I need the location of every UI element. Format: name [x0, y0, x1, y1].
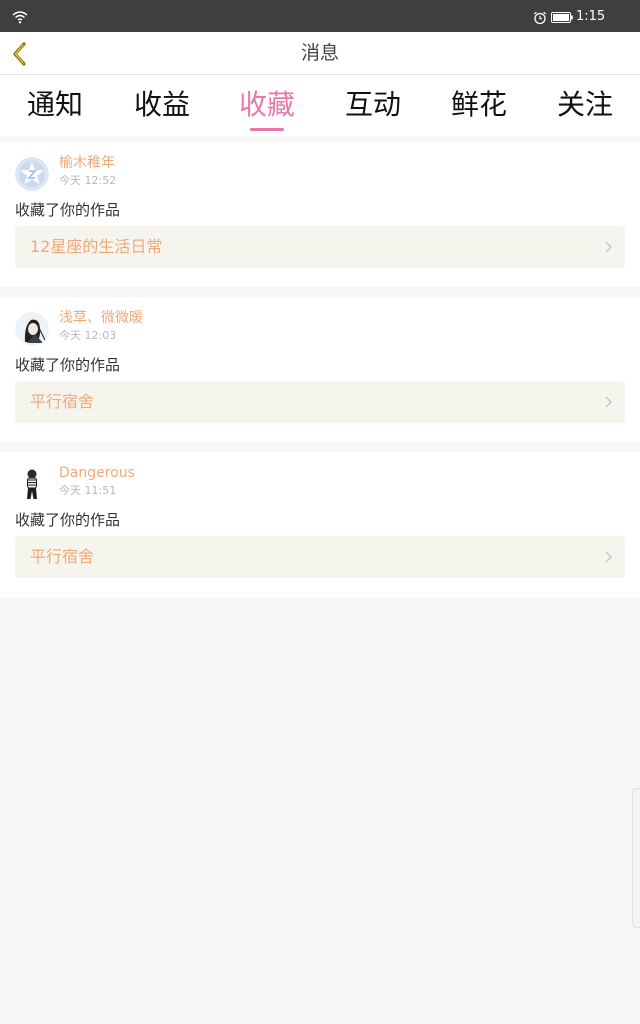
action-text: 收藏了你的作品 — [15, 356, 121, 374]
work-title: 平行宿舍 — [30, 392, 95, 411]
work-link[interactable]: 平行宿舍 — [15, 381, 625, 423]
tab-notifications[interactable]: 通知 — [15, 87, 95, 123]
work-title: 12星座的生活日常 — [30, 237, 163, 256]
username[interactable]: 榆木稚年 — [59, 154, 115, 172]
alarm-icon — [533, 11, 547, 25]
avatar[interactable] — [15, 312, 49, 346]
status-time: 1:15 — [576, 9, 606, 24]
work-link[interactable]: 平行宿舍 — [15, 536, 625, 578]
tab-interactions[interactable]: 互动 — [333, 87, 413, 123]
status-bar: 1:15 — [0, 0, 640, 32]
timestamp: 今天 12:03 — [59, 329, 117, 342]
anime-girl-avatar-icon — [15, 312, 49, 346]
active-tab-indicator — [250, 128, 284, 131]
tab-flowers[interactable]: 鲜花 — [439, 87, 519, 123]
chevron-right-icon — [605, 551, 612, 563]
wifi-icon — [12, 11, 28, 24]
avatar[interactable] — [15, 467, 49, 501]
list-item[interactable]: 浅草、微微暖 今天 12:03 收藏了你的作品 平行宿舍 — [0, 297, 640, 442]
action-text: 收藏了你的作品 — [15, 511, 121, 529]
tab-favorites[interactable]: 收藏 — [227, 87, 307, 123]
tab-follows[interactable]: 关注 — [545, 87, 625, 123]
tab-bar: 通知 收益 收藏 互动 鲜花 关注 — [0, 75, 640, 137]
page-title: 消息 — [300, 42, 339, 64]
side-drawer-handle[interactable] — [632, 788, 640, 928]
username[interactable]: 浅草、微微暖 — [59, 309, 143, 327]
anime-figure-avatar-icon — [15, 467, 49, 501]
header-bar: 消息 — [0, 32, 640, 75]
avatar[interactable] — [15, 157, 49, 191]
battery-icon — [551, 12, 573, 23]
timestamp: 今天 12:52 — [59, 174, 117, 187]
work-link[interactable]: 12星座的生活日常 — [15, 226, 625, 268]
tab-earnings[interactable]: 收益 — [122, 87, 202, 123]
list-item[interactable]: Dangerous 今天 11:51 收藏了你的作品 平行宿舍 — [0, 452, 640, 597]
work-title: 平行宿舍 — [30, 547, 95, 566]
default-star-avatar-icon — [15, 157, 49, 191]
timestamp: 今天 11:51 — [59, 484, 117, 497]
chevron-right-icon — [605, 241, 612, 253]
action-text: 收藏了你的作品 — [15, 201, 121, 219]
chevron-right-icon — [605, 396, 612, 408]
username[interactable]: Dangerous — [59, 464, 135, 482]
list-item[interactable]: 榆木稚年 今天 12:52 收藏了你的作品 12星座的生活日常 — [0, 142, 640, 287]
